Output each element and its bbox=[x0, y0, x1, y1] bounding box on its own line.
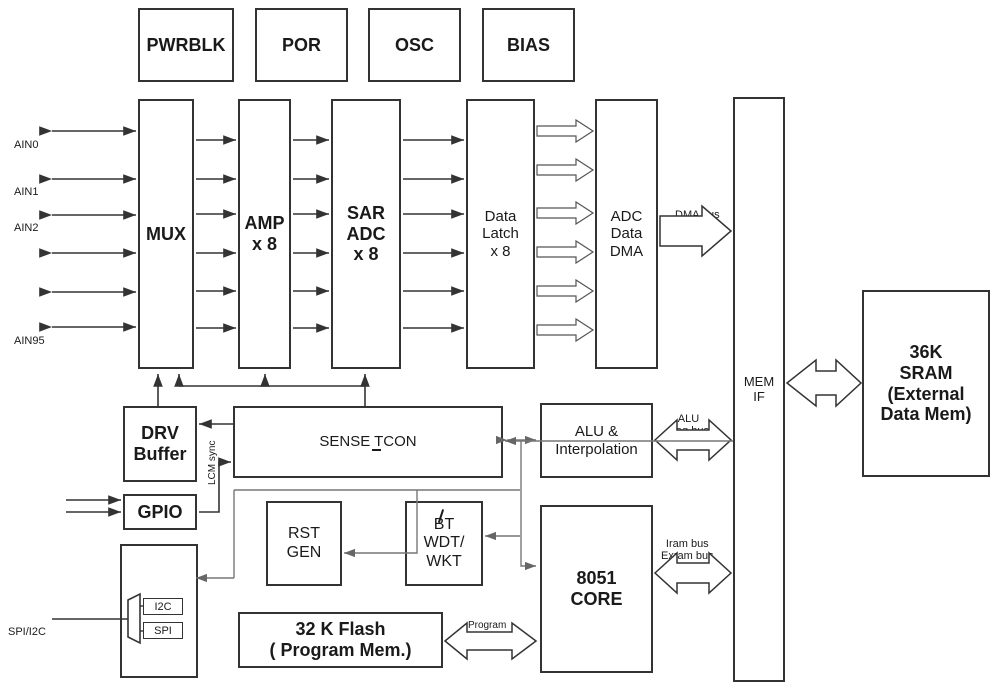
gpio-input-arrows bbox=[66, 495, 121, 517]
block-por: POR bbox=[255, 8, 348, 82]
block-gpio: GPIO bbox=[123, 494, 197, 530]
block-adc-data-dma-label: ADC Data DMA bbox=[609, 208, 644, 260]
mux-to-amp-arrows bbox=[196, 135, 236, 333]
bus-label-lcm-sync: LCM sync bbox=[207, 441, 218, 485]
serial-external-label-text: SPI/I2C bbox=[8, 625, 46, 638]
port-spi: SPI bbox=[143, 622, 183, 639]
block-sar-adc-label: SAR ADC x 8 bbox=[346, 202, 386, 265]
bus-label-iram-exram: Iram bus Exram bus bbox=[661, 525, 714, 563]
input-label-ain0-text: AIN0 bbox=[14, 138, 39, 151]
block-alu-interpolation-label: ALU & Interpolation bbox=[555, 423, 638, 458]
block-bias-label: BIAS bbox=[506, 34, 550, 55]
input-label-ain0: AIN0 bbox=[14, 126, 38, 151]
block-data-latch: Data Latch x 8 bbox=[466, 99, 535, 369]
port-i2c-label: I2C bbox=[154, 600, 172, 613]
block-bt-wdt-wkt: BT WDT/ WKT bbox=[405, 501, 483, 586]
block-8051-core: 8051 CORE bbox=[540, 505, 653, 673]
block-osc: OSC bbox=[368, 8, 461, 82]
block-drv-buffer: DRV Buffer bbox=[123, 406, 197, 482]
block-pwrblk: PWRBLK bbox=[138, 8, 234, 82]
input-label-ain1: AIN1 bbox=[14, 173, 38, 198]
latch-to-dma-block-arrows bbox=[536, 118, 595, 343]
block-sram: 36K SRAM (External Data Mem) bbox=[862, 290, 990, 477]
amp-to-sar-arrows bbox=[293, 135, 329, 333]
block-alu-interpolation: ALU & Interpolation bbox=[540, 403, 653, 478]
ain-input-arrows bbox=[39, 126, 136, 332]
block-osc-label: OSC bbox=[394, 34, 434, 55]
block-mux: MUX bbox=[138, 99, 194, 369]
block-pwrblk-label: PWRBLK bbox=[146, 34, 226, 55]
block-mem-if-label: MEM IF bbox=[743, 373, 775, 404]
memif-sram-bus-arrow bbox=[785, 358, 863, 408]
input-label-ain1-text: AIN1 bbox=[14, 185, 39, 198]
sense-tcon-underline bbox=[372, 449, 381, 451]
block-sram-label: 36K SRAM (External Data Mem) bbox=[880, 342, 972, 425]
block-diagram-canvas: PWRBLK POR OSC BIAS MUX AMP x 8 SAR ADC … bbox=[0, 0, 1000, 682]
block-flash-label: 32 K Flash ( Program Mem.) bbox=[269, 619, 412, 660]
input-label-ain95-text: AIN95 bbox=[14, 334, 45, 347]
bus-label-program-mem-text: Program Mem Bus bbox=[466, 619, 509, 643]
block-rst-gen-label: RST GEN bbox=[286, 525, 322, 561]
bus-label-alu-req: ALU Req bus bbox=[668, 400, 709, 438]
bus-label-dma-text: DMA bus bbox=[675, 208, 720, 221]
bus-label-alu-req-text: ALU Req bus bbox=[668, 412, 709, 438]
bus-label-iram-exram-text: Iram bus Exram bus bbox=[661, 537, 714, 563]
port-spi-label: SPI bbox=[154, 624, 172, 637]
block-amp-label: AMP x 8 bbox=[244, 213, 285, 254]
block-rst-gen: RST GEN bbox=[266, 501, 342, 586]
serial-external-label: SPI/I2C bbox=[8, 613, 46, 638]
block-bt-wdt-wkt-label: BT WDT/ WKT bbox=[423, 515, 465, 570]
input-label-ain2-text: AIN2 bbox=[14, 221, 39, 234]
block-sense-tcon-label: SENSE TCON bbox=[319, 433, 417, 451]
bus-label-lcm-sync-text: LCM sync bbox=[207, 440, 218, 485]
block-flash: 32 K Flash ( Program Mem.) bbox=[238, 612, 443, 668]
block-mux-label: MUX bbox=[146, 223, 186, 244]
port-i2c: I2C bbox=[143, 598, 183, 615]
block-8051-core-label: 8051 CORE bbox=[570, 568, 623, 609]
bus-label-program-mem: Program Mem Bus bbox=[466, 608, 508, 643]
input-label-ain95: AIN95 bbox=[14, 322, 45, 347]
sar-to-latch-arrows bbox=[403, 135, 464, 333]
block-por-label: POR bbox=[281, 34, 321, 55]
block-gpio-label: GPIO bbox=[137, 501, 183, 522]
bus-label-dma: DMA bus bbox=[675, 196, 720, 221]
block-sar-adc: SAR ADC x 8 bbox=[331, 99, 401, 369]
block-sense-tcon: SENSE TCON bbox=[233, 406, 503, 478]
block-bias: BIAS bbox=[482, 8, 575, 82]
block-mem-if: MEM IF bbox=[733, 97, 785, 682]
block-drv-buffer-label: DRV Buffer bbox=[133, 423, 187, 464]
block-data-latch-label: Data Latch x 8 bbox=[482, 208, 519, 260]
block-amp: AMP x 8 bbox=[238, 99, 291, 369]
block-adc-data-dma: ADC Data DMA bbox=[595, 99, 658, 369]
input-label-ain2: AIN2 bbox=[14, 209, 38, 234]
